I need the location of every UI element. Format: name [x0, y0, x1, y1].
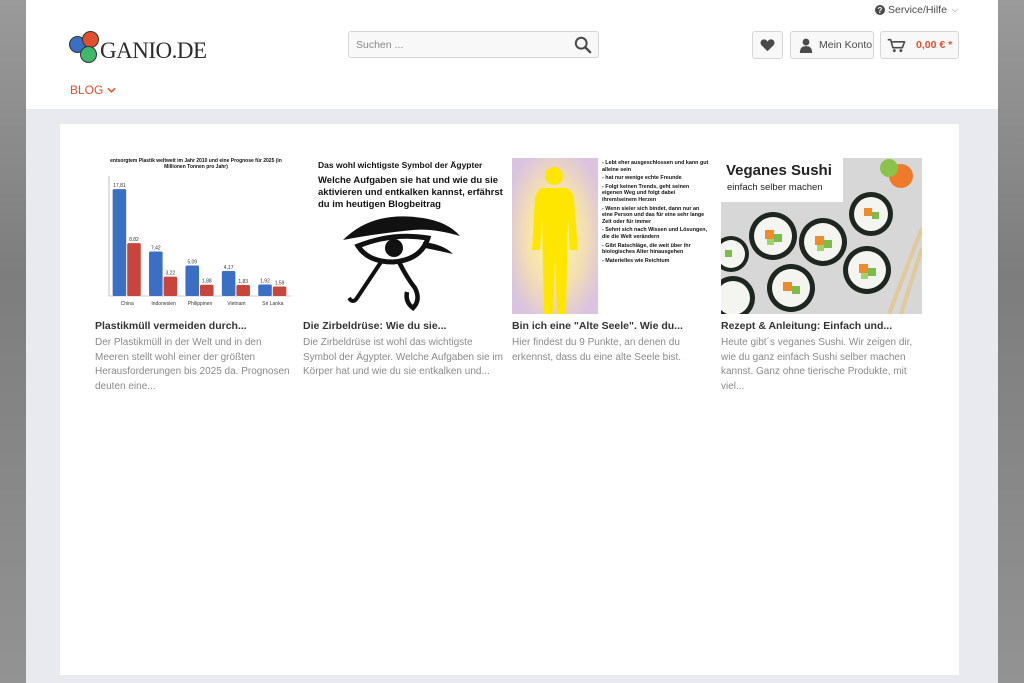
site-header: ? Service/Hilfe ⌵ GANIO.DE Suchen ... Me… — [26, 0, 998, 109]
account-button[interactable]: Mein Konto — [790, 31, 874, 59]
search-input[interactable] — [349, 32, 578, 57]
data-label: 5,09 — [187, 259, 197, 265]
chart-bar — [272, 286, 287, 296]
list-item: - Lebt eher ausgeschlossen und kann gut … — [602, 160, 709, 173]
post-image-old-soul[interactable]: - Lebt eher ausgeschlossen und kann gut … — [512, 158, 713, 314]
post-image-egypt[interactable]: Das wohl wichtigste Symbol der Ägypter W… — [303, 158, 504, 314]
list-item: - Folgt keinen Trends, geht seinen eigen… — [602, 183, 690, 203]
blog-card[interactable]: - Lebt eher ausgeschlossen und kann gut … — [512, 158, 713, 365]
list-item: - Gibt Ratschläge, die weit über ihr bio… — [602, 242, 691, 256]
chart-bar — [127, 243, 141, 296]
post-excerpt: Hier findest du 9 Punkte, an denen du er… — [512, 337, 681, 363]
data-label: 1,59 — [275, 280, 285, 286]
post-title[interactable]: Bin ich eine "Alte Seele". Wie du... — [512, 319, 713, 333]
service-label: Service/Hilfe — [887, 4, 947, 16]
eye-of-horus-icon — [343, 216, 460, 311]
heart-icon — [760, 39, 775, 52]
chart-bar — [236, 285, 250, 296]
data-label: 17,81 — [113, 183, 126, 189]
chevron-down-icon: ⌵ — [951, 5, 958, 14]
user-icon — [799, 38, 813, 53]
service-menu[interactable]: ? Service/Hilfe ⌵ — [874, 4, 958, 16]
bar-chart: 17,81 8,82 China 7,42 3,22 Indonesien 5,09 1,88… — [108, 176, 291, 307]
chart-bar — [200, 284, 214, 296]
backdrop-right — [998, 0, 1024, 683]
blog-card[interactable]: Das wohl wichtigste Symbol der Ägypter W… — [303, 158, 504, 380]
glowing-figure-illustration — [512, 158, 598, 314]
data-label: 8,82 — [129, 237, 139, 243]
cart-total: 0,00 € * — [916, 39, 953, 51]
image-title: Veganes Sushi — [726, 162, 832, 179]
data-label: 4,17 — [224, 265, 234, 271]
x-tick-label: Sri Lanka — [262, 301, 283, 307]
list-item: - Sehnt sich nach Wissen und Lösungen, d… — [602, 227, 708, 240]
chevron-down-icon — [107, 87, 116, 93]
post-title[interactable]: Plastikmüll vermeiden durch... — [95, 319, 296, 333]
search-box — [348, 31, 599, 58]
search-icon[interactable] — [574, 36, 592, 54]
chart-bar — [163, 276, 178, 296]
list-item: - Materielles wie Reichtum — [602, 257, 670, 264]
chart-bar — [149, 251, 163, 296]
data-label: 1,83 — [238, 279, 248, 285]
data-label: 7,42 — [151, 245, 161, 251]
data-label: 1,88 — [202, 279, 212, 285]
account-label: Mein Konto — [819, 39, 873, 51]
old-soul-list: - Lebt eher ausgeschlossen und kann gut … — [598, 158, 713, 314]
data-label: 3,22 — [166, 271, 176, 277]
backdrop-left — [0, 0, 26, 683]
nav-blog[interactable]: BLOG — [70, 83, 116, 97]
blog-listing: entsorgtem Plastik weltweit im Jahr 2010… — [60, 124, 959, 675]
post-excerpt: Heute gibt´s veganes Sushi. Wir zeigen d… — [721, 337, 913, 392]
x-tick-label: Vietnam — [227, 301, 245, 307]
x-tick-label: Indonesien — [151, 301, 176, 307]
image-subtitle: einfach selber machen — [727, 182, 823, 193]
x-tick-label: Philippinen — [188, 301, 213, 307]
post-excerpt: Die Zirbeldrüse ist wohl das wichtigste … — [303, 337, 503, 377]
chart-bar — [258, 284, 272, 296]
wishlist-button[interactable] — [752, 31, 783, 59]
post-title[interactable]: Die Zirbeldrüse: Wie du sie... — [303, 319, 504, 333]
chart-bar — [185, 265, 199, 296]
cart-icon — [887, 38, 906, 52]
chart-bar — [112, 189, 127, 296]
list-item: - hat nur wenige echte Freunde — [602, 175, 682, 182]
data-label: 1,92 — [260, 278, 270, 284]
chart-bar — [221, 270, 236, 296]
x-tick-label: China — [121, 301, 134, 307]
blog-card[interactable]: Veganes Sushi einfach selber machen Reze… — [721, 158, 922, 394]
logo-text: GANIO.DE — [100, 38, 207, 63]
logo-circle-green — [80, 46, 97, 63]
site-logo[interactable]: GANIO.DE — [69, 31, 219, 67]
blog-card[interactable]: entsorgtem Plastik weltweit im Jahr 2010… — [95, 158, 296, 394]
post-excerpt: Der Plastikmüll in der Welt und in den M… — [95, 337, 290, 392]
question-icon: ? — [874, 5, 885, 15]
post-image-plastic-chart[interactable]: entsorgtem Plastik weltweit im Jahr 2010… — [95, 158, 296, 314]
list-item: - Wenn sie/er sich bindet, dann nur an e… — [602, 205, 705, 225]
nav-blog-label: BLOG — [70, 83, 104, 97]
post-image-vegan-sushi[interactable]: Veganes Sushi einfach selber machen — [721, 158, 922, 314]
cart-button[interactable]: 0,00 € * — [880, 31, 959, 59]
post-title[interactable]: Rezept & Anleitung: Einfach und... — [721, 319, 922, 333]
page: ? Service/Hilfe ⌵ GANIO.DE Suchen ... Me… — [26, 0, 998, 683]
